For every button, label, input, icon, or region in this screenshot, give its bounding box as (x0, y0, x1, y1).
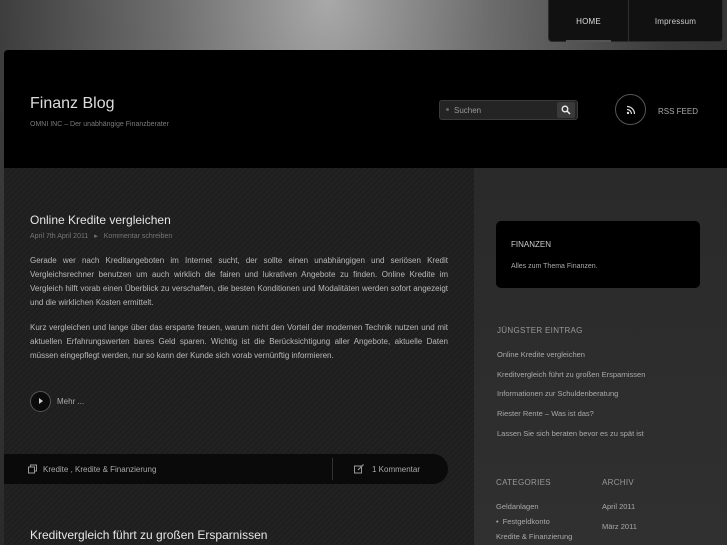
site-title[interactable]: Finanz Blog (30, 95, 115, 113)
top-navigation: HOME Impressum (548, 0, 723, 42)
rss-button[interactable] (615, 94, 646, 125)
archive-link[interactable]: April 2011 (602, 502, 637, 522)
post-meta: April 7th April 2011 ▸ Kommentar schreiben (30, 232, 172, 240)
search-icon (561, 105, 571, 115)
categories-heading: CATEGORIES (496, 478, 551, 487)
search-box (439, 100, 578, 120)
read-more-label: Mehr ... (57, 396, 85, 406)
post-paragraph: Kurz vergleichen und lange über das ersp… (30, 323, 448, 360)
chevron-right-icon (38, 398, 43, 404)
rss-feed-link[interactable]: RSS FEED (658, 107, 698, 116)
recent-post-link[interactable]: Kreditvergleich führt zu großen Ersparni… (497, 369, 645, 389)
read-more-button[interactable]: Mehr ... (30, 390, 84, 412)
recent-posts-heading: JÜNGSTER EINTRAG (497, 326, 583, 335)
site-tagline: OMNI INC – Der unabhängige Finanzberater (30, 121, 169, 128)
comment-link[interactable]: Kommentar schreiben (104, 233, 172, 240)
sidebar: FINANZEN Alles zum Thema Finanzen. JÜNGS… (474, 168, 727, 545)
meta-separator-icon: ▸ (94, 233, 98, 240)
comments-count-link[interactable]: 1 Kommentar (372, 465, 420, 474)
main-content: Online Kredite vergleichen April 7th Apr… (4, 168, 474, 545)
post-footer: Kredite , Kredite & Finanzierung 1 Komme… (4, 454, 448, 484)
post-title[interactable]: Online Kredite vergleichen (30, 213, 171, 227)
footer-divider (332, 458, 333, 480)
category-link[interactable]: Kredite & Finanzierung (496, 532, 572, 545)
categories-list: Geldanlagen • Festgeldkonto Kredite & Fin… (496, 502, 572, 545)
finanzen-widget-title: FINANZEN (511, 240, 551, 249)
comment-edit-icon (354, 464, 364, 474)
page-frame: Finanz Blog OMNI INC – Der unabhängige F… (4, 50, 727, 545)
finanzen-widget: FINANZEN Alles zum Thema Finanzen. (496, 221, 700, 288)
recent-post-link[interactable]: Informationen zur Schuldenberatung (497, 388, 645, 408)
post-categories: Kredite , Kredite & Finanzierung (28, 464, 156, 474)
finanzen-widget-text: Alles zum Thema Finanzen. (511, 263, 598, 270)
category-link[interactable]: Geldanlagen (496, 502, 572, 517)
folder-icon (28, 464, 37, 474)
post-title-2[interactable]: Kreditvergleich führt zu großen Ersparni… (30, 528, 267, 542)
subcategory-item: • Festgeldkonto (496, 517, 572, 532)
bullet-icon: • (496, 517, 499, 526)
search-button[interactable] (557, 102, 575, 118)
post-paragraph: Gerade wer nach Kreditangeboten im Inter… (30, 256, 448, 307)
category-link[interactable]: Festgeldkonto (503, 517, 550, 526)
search-input[interactable] (454, 103, 549, 117)
recent-post-link[interactable]: Online Kredite vergleichen (497, 349, 645, 369)
rss-icon (626, 105, 635, 114)
read-more-circle (30, 390, 51, 412)
nav-impressum[interactable]: Impressum (629, 0, 722, 42)
archive-heading: ARCHIV (602, 478, 635, 487)
nav-home[interactable]: HOME (549, 0, 629, 42)
site-header: Finanz Blog OMNI INC – Der unabhängige F… (4, 50, 727, 168)
search-bullet-icon (446, 108, 449, 111)
recent-posts-list: Online Kredite vergleichen Kreditverglei… (497, 349, 645, 447)
archive-list: April 2011 März 2011 (602, 502, 637, 541)
post-date: April 7th April 2011 (30, 233, 89, 240)
recent-post-link[interactable]: Lassen Sie sich beraten bevor es zu spät… (497, 428, 645, 448)
post-comments: 1 Kommentar (354, 464, 420, 474)
archive-link[interactable]: März 2011 (602, 522, 637, 542)
post-categories-links[interactable]: Kredite , Kredite & Finanzierung (43, 465, 156, 474)
recent-post-link[interactable]: Riester Rente – Was ist das? (497, 408, 645, 428)
